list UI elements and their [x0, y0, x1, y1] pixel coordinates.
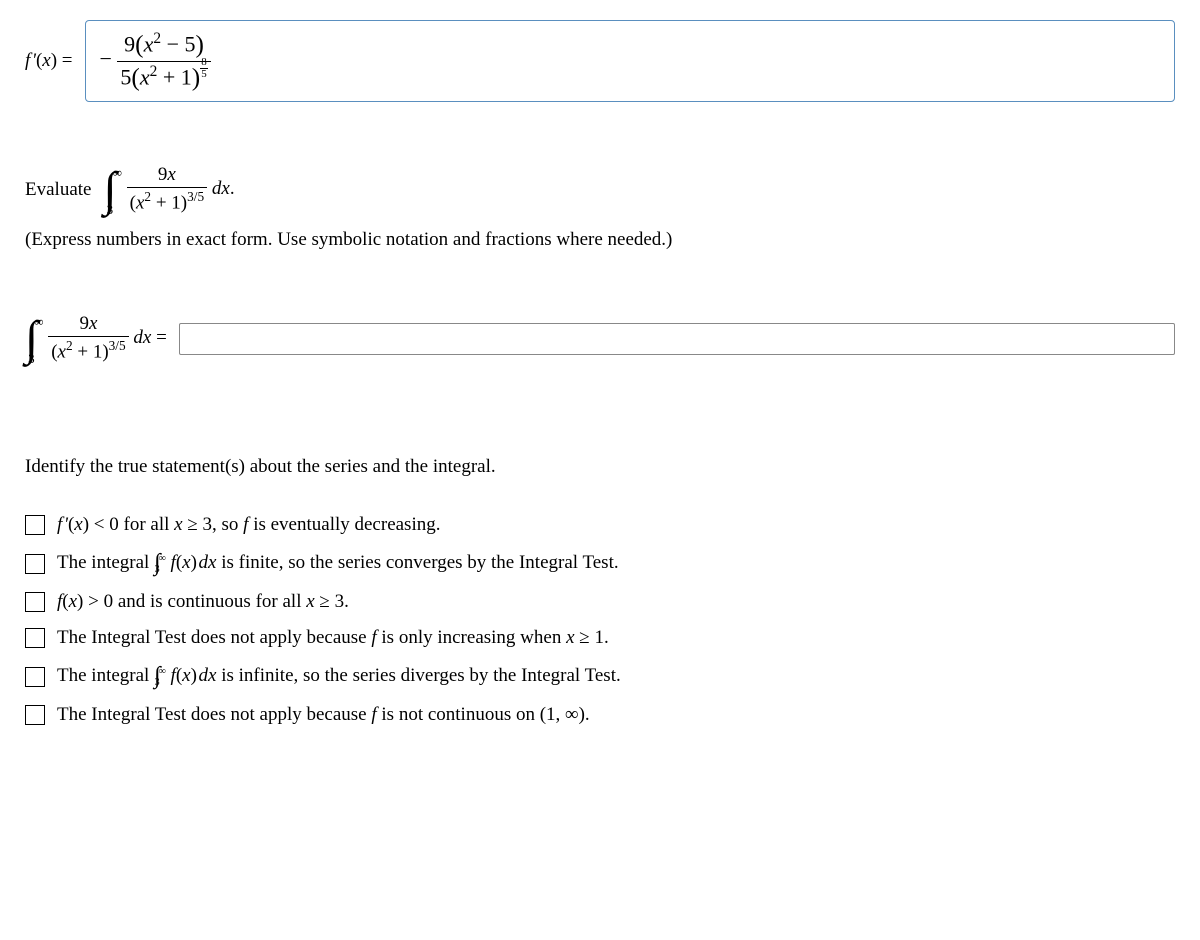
derivative-lhs: f '(x) =	[25, 50, 73, 72]
opt-checkbox-5[interactable]	[25, 705, 45, 725]
opt-row-4: The integral ∫∞3 f(x) dx is infinite, so…	[25, 663, 1175, 690]
opt-label-5: The Integral Test does not apply because…	[57, 704, 590, 726]
opt-row-1: The integral ∫∞3 f(x) dx is finite, so t…	[25, 550, 1175, 577]
derivative-row: f '(x) = − 9(x2 − 5)5(x2 + 1)85	[25, 20, 1175, 102]
evaluate-instruction: (Express numbers in exact form. Use symb…	[25, 229, 1175, 251]
evaluate-label: Evaluate	[25, 179, 91, 201]
derivative-answer-content: − 9(x2 − 5)5(x2 + 1)85	[100, 30, 211, 92]
opt-row-2: f(x) > 0 and is continuous for all x ≥ 3…	[25, 591, 1175, 613]
opt-label-2: f(x) > 0 and is continuous for all x ≥ 3…	[57, 591, 349, 613]
opt-row-0: f '(x) < 0 for all x ≥ 3, so f is eventu…	[25, 514, 1175, 536]
derivative-answer-box[interactable]: − 9(x2 − 5)5(x2 + 1)85	[85, 20, 1176, 102]
integral-answer-input[interactable]	[179, 323, 1175, 355]
opt-checkbox-0[interactable]	[25, 515, 45, 535]
evaluate-integral: ∫∞3 9x(x2 + 1)3/5 dx.	[103, 162, 234, 217]
opt-label-1: The integral ∫∞3 f(x) dx is finite, so t…	[57, 550, 619, 577]
integral-answer-row: ∫∞3 9x(x2 + 1)3/5 dx =	[25, 311, 1175, 366]
opt-checkbox-2[interactable]	[25, 592, 45, 612]
opt-row-3: The Integral Test does not apply because…	[25, 627, 1175, 649]
integral-answer-lhs: ∫∞3 9x(x2 + 1)3/5 dx =	[25, 311, 167, 366]
opt-row-5: The Integral Test does not apply because…	[25, 704, 1175, 726]
opt-checkbox-3[interactable]	[25, 628, 45, 648]
evaluate-row: Evaluate ∫∞3 9x(x2 + 1)3/5 dx.	[25, 162, 1175, 217]
opt-label-4: The integral ∫∞3 f(x) dx is infinite, so…	[57, 663, 621, 690]
identify-prompt: Identify the true statement(s) about the…	[25, 456, 1175, 478]
checkbox-list: f '(x) < 0 for all x ≥ 3, so f is eventu…	[25, 514, 1175, 726]
opt-checkbox-4[interactable]	[25, 667, 45, 687]
opt-checkbox-1[interactable]	[25, 554, 45, 574]
opt-label-0: f '(x) < 0 for all x ≥ 3, so f is eventu…	[57, 514, 440, 536]
opt-label-3: The Integral Test does not apply because…	[57, 627, 609, 649]
